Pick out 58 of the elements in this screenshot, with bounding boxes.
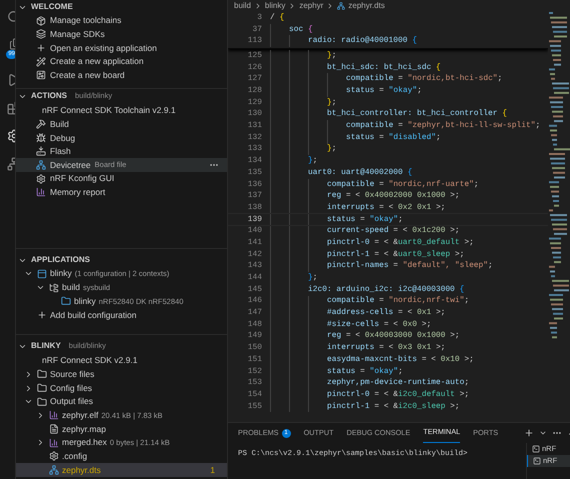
- welcome-item[interactable]: Manage SDKs: [16, 28, 227, 42]
- welcome-item[interactable]: Manage toolchains: [16, 14, 227, 28]
- chevron-right-icon[interactable]: [36, 438, 45, 448]
- hammer-icon: [36, 119, 46, 130]
- layers-icon: [36, 29, 46, 40]
- toolchain-label: nRF Connect SDK Toolchain v2.9.1: [41, 104, 177, 117]
- bar-chart-icon: [49, 410, 59, 420]
- document-icon: [49, 424, 59, 434]
- folder-icon: [37, 383, 47, 394]
- package-icon: [36, 16, 46, 26]
- tree-item[interactable]: zephyr.dts 1: [16, 463, 227, 477]
- tree-item[interactable]: Output files: [16, 394, 227, 409]
- action-item[interactable]: Flash: [16, 144, 227, 158]
- welcome-item[interactable]: Create a new board: [16, 68, 227, 82]
- tree-item[interactable]: Config files: [16, 381, 227, 395]
- chevron-right-icon[interactable]: [36, 410, 45, 420]
- tree-item[interactable]: .config: [16, 450, 227, 464]
- problem-count: 1: [210, 464, 215, 477]
- folder-icon: [37, 396, 47, 407]
- sdk-label: nRF Connect SDK v2.9.1: [41, 354, 138, 367]
- action-item[interactable]: Memory report: [16, 185, 227, 200]
- section-title[interactable]: ACTIONS: [31, 90, 67, 102]
- welcome-item[interactable]: Create a new application: [16, 54, 227, 68]
- tree-item[interactable]: Source files: [16, 368, 227, 382]
- settings-icon: [49, 451, 59, 462]
- plus-icon[interactable]: [524, 428, 534, 438]
- folder-icon: [37, 369, 47, 380]
- action-item[interactable]: Debug: [16, 131, 227, 145]
- breadcrumb-item[interactable]: zephyr: [299, 0, 324, 12]
- plus-icon: [37, 310, 47, 320]
- section-title[interactable]: APPLICATIONS: [31, 254, 90, 266]
- window-icon: [37, 268, 47, 279]
- tree-item[interactable]: Add build configuration: [16, 308, 227, 322]
- terminal-icon: [533, 457, 541, 465]
- tree-icon: [337, 2, 346, 10]
- folder-icon: [61, 296, 71, 306]
- action-item[interactable]: Build: [16, 118, 227, 132]
- settings-icon: [36, 174, 46, 184]
- breadcrumb-item[interactable]: build: [234, 0, 251, 12]
- folder-tree-icon: [49, 282, 59, 293]
- plus-icon: [36, 42, 46, 53]
- tree-icon: [36, 160, 46, 170]
- terminal-icon: [532, 445, 540, 453]
- tree-item[interactable]: zephyr.map: [16, 422, 227, 436]
- tree-icon: [49, 465, 59, 476]
- bug-icon: [36, 132, 46, 143]
- section-title[interactable]: BLINKY: [31, 340, 61, 352]
- bar-chart-icon: [49, 438, 59, 448]
- download-icon: [36, 146, 46, 156]
- chevron-down-icon[interactable]: [539, 429, 548, 437]
- action-item[interactable]: nRF Kconfig GUI: [16, 172, 227, 186]
- board-icon: [36, 70, 46, 80]
- bar-chart-icon: [36, 187, 46, 198]
- section-title[interactable]: WELCOME: [31, 1, 73, 13]
- welcome-item[interactable]: Open an existing application: [16, 41, 227, 55]
- wand-icon: [36, 56, 46, 67]
- breadcrumb-item[interactable]: zephyr.dts: [348, 0, 385, 12]
- breadcrumb-item[interactable]: blinky: [264, 0, 286, 12]
